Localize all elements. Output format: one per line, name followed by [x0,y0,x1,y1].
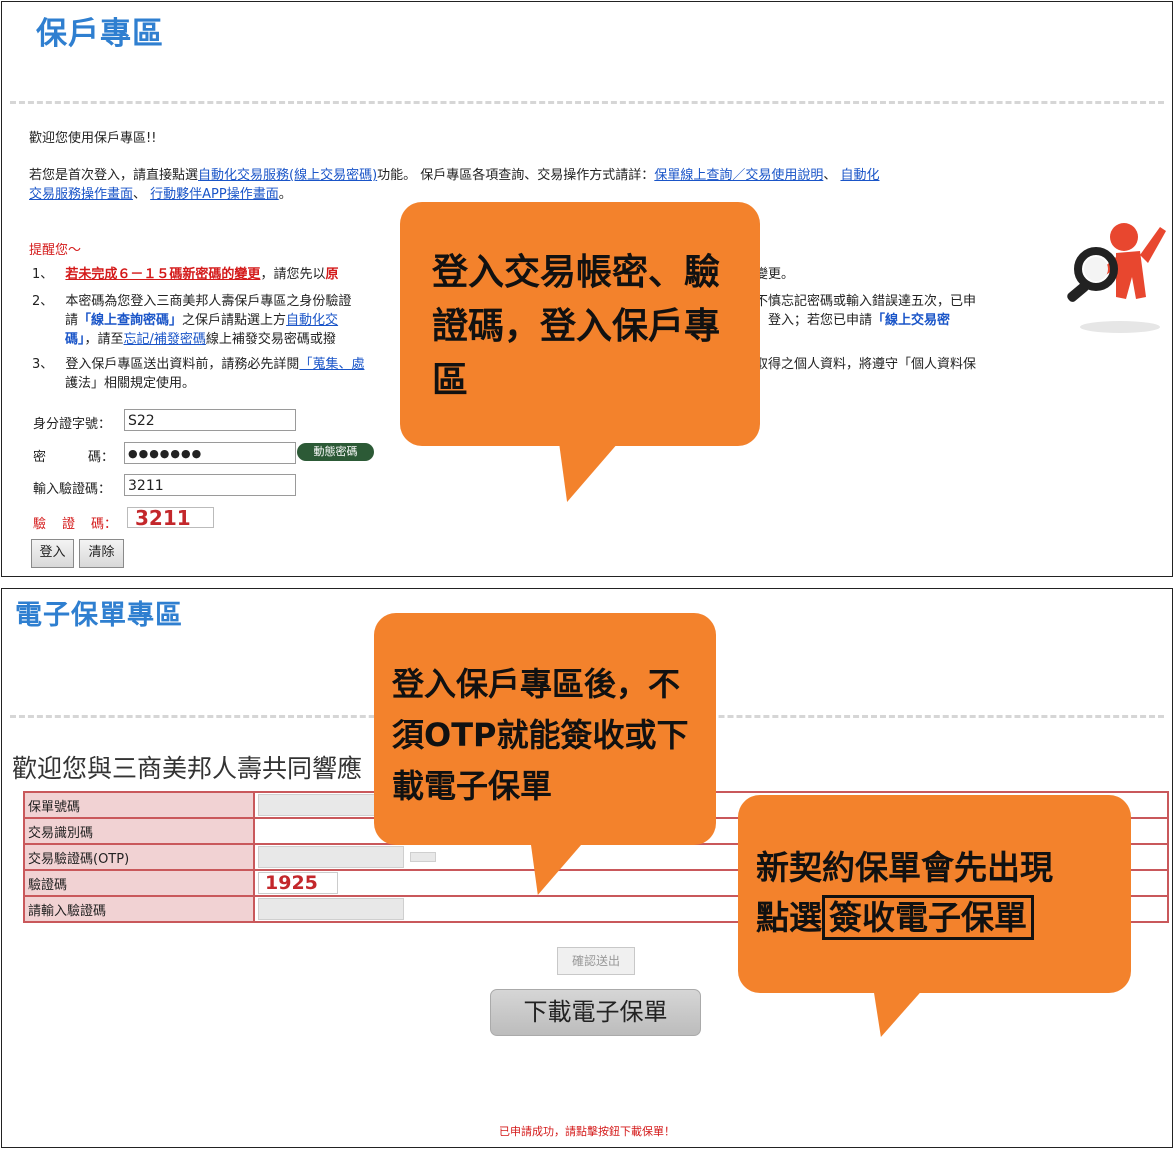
login-panel: 保戶專區 歡迎您使用保戶專區!! 若您是首次登入，請直接點選自動化交易服務(線上… [1,1,1173,577]
epolicy-panel: 電子保單專區 歡迎您與三商美邦人壽共同響應 保單號碼 交易識別碼 交易驗證碼(O… [1,588,1173,1148]
captcha-image: 3211 [127,507,214,529]
captcha-image: 1925 [258,872,338,894]
intro-paragraph: 若您是首次登入，請直接點選自動化交易服務(線上交易密碼)功能。 保戶專區各項查詢… [29,168,880,202]
captcha-label: 輸入驗證碼： [33,482,112,497]
welcome-text: 歡迎您使用保戶專區!! [29,131,157,146]
callout-no-otp: 登入保戶專區後，不須OTP就能簽收或下載電子保單 [374,613,716,845]
reminder-title: 提醒您～ [29,243,82,258]
callout-login: 登入交易帳密、驗證碼，登入保戶專區 [400,202,760,446]
password-label: 密碼： [33,450,115,465]
app-link[interactable]: 行動夥伴APP操作畫面 [150,187,279,202]
auto-op-link-cont[interactable]: 交易服務操作畫面 [29,187,133,202]
dynamic-password-button[interactable]: 動態密碼 [297,443,374,461]
row-label: 驗證碼 [23,869,255,897]
page-title: 保戶專區 [36,16,164,52]
reminder-3-right: 取得之個人資料，將遵守「個人資料保 [755,357,977,372]
password-input[interactable]: ●●●●●●● [124,442,296,464]
divider [10,101,1164,104]
row-label: 保單號碼 [23,791,255,819]
captcha-input[interactable] [258,898,404,920]
reminder-2: 2、 本密碼為您登入三商美邦人壽保戶專區之身份驗證 請「線上查詢密碼」之保戶請點… [32,294,352,347]
epolicy-title: 電子保單專區 [15,600,183,631]
privacy-link[interactable]: 「蒐集、處 [299,357,364,372]
reminder-3: 3、 登入保戶專區送出資料前，請務必先詳閱「蒐集、處 護法」相關規定使用。 [32,357,365,391]
auto-op-link[interactable]: 自動化 [840,168,879,183]
captcha-input[interactable]: 3211 [124,474,296,496]
id-label: 身分證字號： [33,417,112,432]
confirm-button[interactable]: 確認送出 [557,947,635,975]
auto-trade-link-2[interactable]: 自動化交 [286,313,338,328]
row-label: 交易驗證碼(OTP) [23,843,255,871]
download-epolicy-button[interactable]: 下載電子保單 [490,989,701,1036]
callout-tail [537,442,619,502]
reminder-2-right: 不慎忘記密碼或輸入錯誤達五次，已申 」登入；若您已申請「線上交易密 [755,294,977,328]
otp-input[interactable] [258,846,404,868]
guide-link[interactable]: 保單線上查詢／交易使用說明 [654,168,823,183]
forgot-password-link[interactable]: 忘記/補發密碼 [124,332,206,347]
clear-button[interactable]: 清除 [79,539,124,568]
sign-epolicy-highlight: 簽收電子保單 [822,895,1034,940]
row-label: 請輸入驗證碼 [23,895,255,923]
search-mascot-icon [1067,223,1166,333]
login-button[interactable]: 登入 [31,539,74,568]
reminder-1-tail: 變更。 [755,267,795,282]
callout-tail [854,987,926,1037]
auto-trade-link[interactable]: 自動化交易服務(線上交易密碼) [198,168,377,183]
row-label: 交易識別碼 [23,817,255,845]
callout-new-contract: 新契約保單會先出現 點選 簽收電子保單 [738,795,1131,993]
send-otp-button[interactable] [410,852,437,862]
reminder-1: 1、 若未完成６－１５碼新密碼的變更，請您先以原 [32,267,339,282]
success-message: 已申請成功，請點擊按鈕下載保單！ [499,1125,675,1138]
code-label: 驗證碼： [33,517,118,532]
welcome-banner: 歡迎您與三商美邦人壽共同響應 [12,754,363,783]
id-input[interactable]: S22 [124,409,296,431]
